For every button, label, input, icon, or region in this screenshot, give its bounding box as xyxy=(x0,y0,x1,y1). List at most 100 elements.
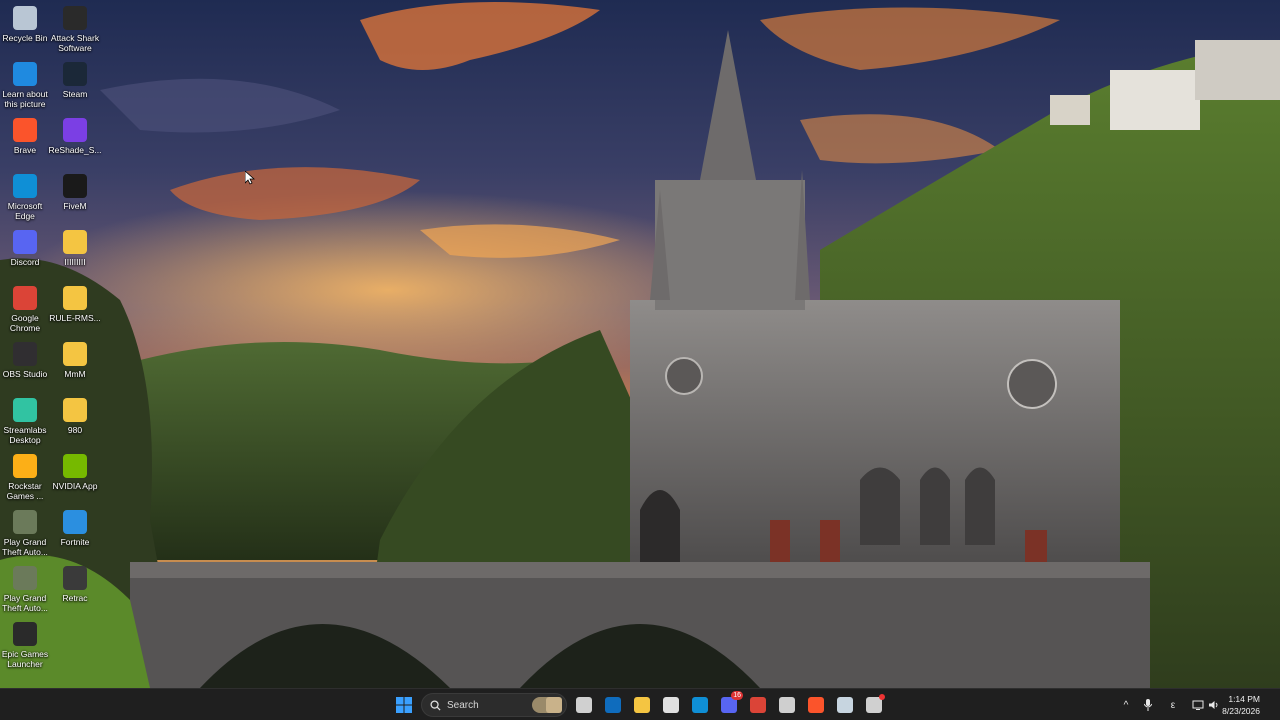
edge-button[interactable] xyxy=(688,693,712,717)
desktop-icon[interactable]: Brave xyxy=(0,114,50,168)
desktop-icon[interactable]: Attack Shark Software xyxy=(50,2,100,56)
reshade-icon xyxy=(63,118,87,142)
microsoft-store-button[interactable] xyxy=(659,693,683,717)
desktop-icon[interactable]: FiveM xyxy=(50,170,100,224)
app-button[interactable] xyxy=(862,693,886,717)
fivem-icon xyxy=(63,174,87,198)
discord-button[interactable]: 16 xyxy=(717,691,743,717)
desktop-icon[interactable]: MmM xyxy=(50,338,100,392)
desktop-icon[interactable]: RULE-RMS... xyxy=(49,282,101,336)
volume-icon[interactable] xyxy=(1206,693,1222,717)
epic-games-icon xyxy=(13,622,37,646)
gta-icon xyxy=(13,510,37,534)
clock-date: 8/23/2026 xyxy=(1222,706,1260,716)
desktop-icon[interactable]: Rockstar Games ... xyxy=(0,450,50,504)
desktop-icon-label: Discord xyxy=(10,257,40,267)
nvidia-icon xyxy=(63,454,87,478)
attack-shark-icon xyxy=(63,6,87,30)
chrome-icon xyxy=(13,286,37,310)
gear-icon xyxy=(779,697,795,713)
desktop-icon[interactable]: Streamlabs Desktop xyxy=(0,394,50,448)
desktop-icon-label: Fortnite xyxy=(60,537,90,547)
settings-button[interactable] xyxy=(775,693,799,717)
steam-button[interactable] xyxy=(833,693,857,717)
obs-icon xyxy=(13,342,37,366)
desktop-icon-label: Play Grand Theft Auto... xyxy=(2,537,48,557)
steam-icon xyxy=(837,697,853,713)
desktop-icon[interactable]: Play Grand Theft Auto... xyxy=(0,562,50,616)
desktop-icon-label: Brave xyxy=(13,145,37,155)
outlook-button[interactable] xyxy=(601,693,625,717)
desktop-icon[interactable]: Play Grand Theft Auto... xyxy=(0,506,50,560)
clock-time: 1:14 PM xyxy=(1228,694,1260,704)
desktop-icon-label: IIIIIIIII xyxy=(64,257,86,267)
app-icon xyxy=(866,694,885,713)
desktop-icon[interactable]: Recycle Bin xyxy=(0,2,50,56)
desktop-icon-label: NVIDIA App xyxy=(52,481,98,491)
steam-icon xyxy=(63,62,87,86)
desktop-icon-label: Rockstar Games ... xyxy=(6,481,44,501)
notification-dot xyxy=(879,694,885,700)
discord-icon: 16 xyxy=(721,691,743,713)
brave-button[interactable] xyxy=(804,693,828,717)
desktop-icon-label: Learn about this picture xyxy=(2,89,48,109)
desktop-icon-label: ReShade_S... xyxy=(48,145,102,155)
retrac-icon xyxy=(63,566,87,590)
desktop-icon[interactable]: NVIDIA App xyxy=(50,450,100,504)
taskbar: Search 16 ^ ε 1:14 PM 8/23/2026 xyxy=(0,688,1280,720)
folder-icon xyxy=(63,398,87,422)
start-button[interactable] xyxy=(392,693,416,717)
file-explorer-button[interactable] xyxy=(630,693,654,717)
brave-icon xyxy=(808,697,824,713)
desktop-icon[interactable]: Fortnite xyxy=(50,506,100,560)
desktop-icon[interactable]: 980 xyxy=(50,394,100,448)
folder-icon xyxy=(63,230,87,254)
folder-icon xyxy=(63,286,87,310)
store-icon xyxy=(663,697,679,713)
fortnite-icon xyxy=(63,510,87,534)
network-icon[interactable] xyxy=(1190,693,1206,717)
desktop-icon[interactable]: Epic Games Launcher xyxy=(0,618,50,672)
desktop-icon[interactable]: IIIIIIIII xyxy=(50,226,100,280)
desktop-icon-label: FiveM xyxy=(63,201,87,211)
widget-button[interactable] xyxy=(542,693,566,717)
desktop-icon[interactable]: ReShade_S... xyxy=(48,114,102,168)
desktop-icon-label: Recycle Bin xyxy=(2,33,48,43)
desktop-icon-label: OBS Studio xyxy=(2,369,48,379)
chrome-button[interactable] xyxy=(746,693,770,717)
search-icon xyxy=(430,699,441,711)
task-view-button[interactable] xyxy=(572,693,596,717)
search-label: Search xyxy=(447,699,479,711)
desktop-icon-label: RULE-RMS... xyxy=(49,313,101,323)
tray-overflow-chevron[interactable]: ^ xyxy=(1118,693,1134,717)
desktop-icon[interactable]: Google Chrome xyxy=(0,282,50,336)
brave-icon xyxy=(13,118,37,142)
gta-icon xyxy=(13,566,37,590)
streamlabs-icon xyxy=(13,398,37,422)
desktop-icon[interactable]: Retrac xyxy=(50,562,100,616)
task-view-icon xyxy=(576,697,592,713)
desktop-icon[interactable]: Steam xyxy=(50,58,100,112)
recycle-bin-icon xyxy=(13,6,37,30)
desktop-icon-label: Steam xyxy=(62,89,88,99)
desktop-icon-label: Attack Shark Software xyxy=(50,33,100,53)
desktop-icon[interactable]: OBS Studio xyxy=(0,338,50,392)
system-clock[interactable]: 1:14 PM 8/23/2026 xyxy=(1222,693,1260,717)
microphone-icon[interactable] xyxy=(1140,693,1156,717)
desktop-icon[interactable]: Microsoft Edge xyxy=(0,170,50,224)
notification-badge: 16 xyxy=(731,691,743,700)
desktop-icon-area: Recycle Bin Attack Shark Software Learn ab… xyxy=(0,0,110,688)
desktop-icon[interactable]: Discord xyxy=(0,226,50,280)
desktop-icon-label: Streamlabs Desktop xyxy=(3,425,47,445)
keyboard-language-indicator[interactable]: ε xyxy=(1165,693,1181,717)
desktop-icon-label: Epic Games Launcher xyxy=(1,649,49,669)
desktop-icon-label: 980 xyxy=(67,425,83,435)
desktop-icon-label: Play Grand Theft Auto... xyxy=(2,593,48,613)
desktop-icon-label: Microsoft Edge xyxy=(7,201,43,221)
desktop-icon[interactable]: Learn about this picture xyxy=(0,58,50,112)
keyboard-language-label: ε xyxy=(1170,699,1176,711)
chevron-up-icon: ^ xyxy=(1123,699,1129,711)
outlook-icon xyxy=(605,697,621,713)
chrome-icon xyxy=(750,697,766,713)
folder-icon xyxy=(63,342,87,366)
